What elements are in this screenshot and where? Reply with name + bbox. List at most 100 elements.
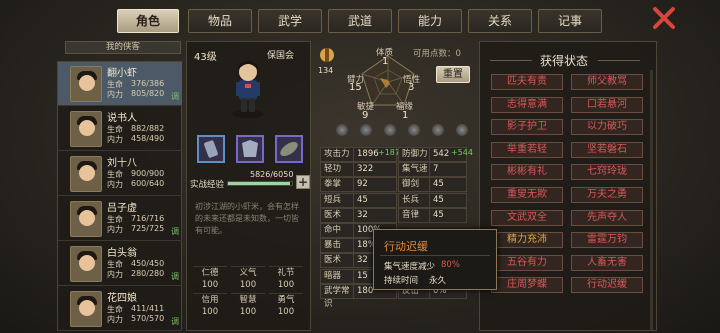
- tab-3[interactable]: 武道: [328, 9, 392, 33]
- avatar-face: [79, 75, 95, 91]
- avatar-face: [79, 255, 95, 271]
- status-item[interactable]: 以力破巧: [571, 119, 643, 136]
- avatar: [70, 201, 102, 237]
- character-row[interactable]: 吕子虚 生命 716/716 内力 725/725 调: [58, 197, 182, 241]
- status-item[interactable]: 人畜无害: [571, 254, 643, 271]
- tab-1[interactable]: 物品: [188, 9, 252, 33]
- status-item[interactable]: 五谷有力: [491, 254, 563, 271]
- stat-label: 医术: [320, 253, 354, 269]
- avatar: [70, 66, 102, 102]
- status-item[interactable]: 师父教骂: [571, 74, 643, 90]
- status-item[interactable]: 七窍玲珑: [571, 164, 643, 181]
- tizhi-value: 1: [382, 56, 389, 67]
- assign-tag: 调: [171, 92, 179, 101]
- stat-bonus-2: +544: [451, 148, 473, 157]
- character-name: 说书人: [107, 113, 137, 124]
- stat-value: 45: [353, 192, 397, 208]
- status-item[interactable]: 匹夫有责: [491, 74, 563, 90]
- tab-2[interactable]: 武学: [258, 9, 322, 33]
- tooltip-effect-value: 80%: [441, 260, 460, 270]
- stat-label: 轻功: [320, 162, 354, 178]
- skill-orb: [360, 124, 372, 136]
- bili-value: 15: [349, 82, 362, 93]
- close-button[interactable]: [650, 6, 678, 30]
- skill-orb: [336, 124, 348, 136]
- stat-label: 暗器: [320, 268, 354, 284]
- stat-value: 32: [353, 207, 397, 223]
- status-item[interactable]: 行动迟缓: [571, 277, 643, 294]
- status-item[interactable]: 重叟无欺: [491, 187, 563, 203]
- virtue-3: 信用 100: [193, 293, 227, 325]
- hero-sprite: [230, 58, 266, 118]
- armor-icon: [242, 140, 258, 157]
- stat-label-2: 长兵: [398, 192, 430, 208]
- character-row[interactable]: 白头翁 生命 450/450 内力 280/280 调: [58, 242, 182, 286]
- virtue-4: 智慧 100: [231, 293, 265, 325]
- hp-value: 411/411: [131, 304, 165, 313]
- exp-label: 实战经验: [190, 180, 225, 190]
- status-item[interactable]: 文武双全: [491, 209, 563, 226]
- status-item[interactable]: 庄周梦蝶: [491, 277, 563, 294]
- status-item[interactable]: 彬彬有礼: [491, 164, 563, 181]
- status-scrollbar[interactable]: [650, 70, 653, 330]
- character-name: 吕子虚: [107, 203, 137, 214]
- skill-slot-1[interactable]: [197, 135, 225, 163]
- status-item[interactable]: 精力充沛: [491, 232, 563, 249]
- status-item[interactable]: 影子护卫: [491, 119, 563, 136]
- status-item[interactable]: 万夫之勇: [571, 187, 643, 203]
- tab-6[interactable]: 记事: [538, 9, 602, 33]
- reset-button[interactable]: 重置: [436, 66, 470, 83]
- status-item[interactable]: 坚若磐石: [571, 141, 643, 158]
- stat-label-2: 集气速度: [398, 162, 430, 187]
- stat-label: 武学常识: [320, 283, 354, 309]
- tab-5[interactable]: 关系: [468, 9, 532, 33]
- tab-0[interactable]: 角色: [117, 9, 179, 33]
- leaf-icon: [280, 141, 298, 157]
- tooltip-duration-label: 持续时间: [384, 276, 419, 286]
- tooltip-title: 行动迟缓: [384, 240, 428, 253]
- character-row[interactable]: 说书人 生命 882/882 内力 458/490: [58, 107, 182, 151]
- mp-label: 内力: [107, 90, 123, 99]
- tab-4[interactable]: 能力: [398, 9, 462, 33]
- stat-bonus: +187: [378, 148, 400, 157]
- status-item[interactable]: 口若悬河: [571, 96, 643, 113]
- hero-level: 43级: [194, 52, 217, 63]
- character-row[interactable]: 翻小虾 生命 376/386 内力 805/820 调: [58, 62, 182, 106]
- avatar: [70, 291, 102, 327]
- stat-value-2: 7: [429, 162, 467, 178]
- exp-bar: [227, 181, 293, 186]
- avatar-face: [79, 165, 95, 181]
- status-item[interactable]: 举重若轻: [491, 141, 563, 158]
- hero-faction: 保国会: [267, 51, 295, 61]
- mp-value: 600/640: [131, 179, 165, 188]
- skill-orb: [408, 124, 420, 136]
- hero-description: 初涉江湖的小虾米，会有怎样的未来还都是未知数，一切皆有可能。: [195, 202, 299, 235]
- wuxing-value: 3: [408, 82, 415, 93]
- exp-add-button[interactable]: +: [296, 175, 310, 189]
- stat-value-2: 45: [429, 177, 467, 193]
- skill-slot-3[interactable]: [275, 135, 303, 163]
- skill-slot-2[interactable]: [236, 135, 264, 163]
- skill-orb: [384, 124, 396, 136]
- avatar: [70, 111, 102, 147]
- character-row[interactable]: 花四娘 生命 411/411 内力 570/570 调: [58, 287, 182, 331]
- mp-label: 内力: [107, 180, 123, 189]
- hp-value: 882/882: [131, 124, 165, 133]
- party-header: 我的侠客: [65, 41, 181, 54]
- mp-label: 内力: [107, 270, 123, 279]
- stat-value: 92: [353, 177, 397, 193]
- status-item[interactable]: 志得意满: [491, 96, 563, 113]
- virtue-label: 义气: [239, 268, 257, 278]
- status-item[interactable]: 雷霆万钧: [571, 232, 643, 249]
- status-tooltip: 行动迟缓 集气速度减少 80% 持续时间 永久: [373, 229, 497, 290]
- character-name: 白头翁: [107, 248, 137, 259]
- virtue-value: 100: [277, 307, 295, 317]
- mp-label: 内力: [107, 225, 123, 234]
- exp-value: 5826/6050: [250, 170, 294, 179]
- status-item[interactable]: 先声夺人: [571, 209, 643, 226]
- virtue-value: 100: [201, 307, 219, 317]
- stat-value: 322: [353, 162, 397, 178]
- mp-label: 内力: [107, 315, 123, 324]
- mp-label: 内力: [107, 135, 123, 144]
- character-row[interactable]: 刘十八 生命 900/900 内力 600/640: [58, 152, 182, 196]
